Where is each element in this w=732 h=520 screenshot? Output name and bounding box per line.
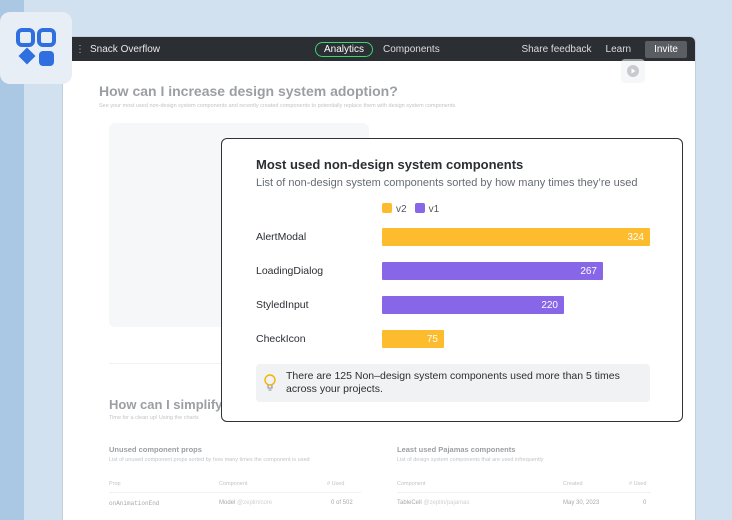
- column-header-component[interactable]: Component: [397, 481, 425, 487]
- chart-popover: Most used non-design system components L…: [221, 138, 683, 422]
- chart-title: Most used non-design system components: [256, 157, 524, 172]
- legend-swatch-v1: [414, 203, 425, 213]
- component-source: @zeplin/core: [237, 500, 273, 506]
- bar-category-label: CheckIcon: [256, 333, 306, 345]
- bar-row: AlertModal 324: [256, 228, 650, 246]
- table-cell-component[interactable]: TableCell @zeplin/pajamas: [397, 500, 469, 506]
- table-row-divider: [109, 492, 361, 493]
- unused-props-subtitle: List of unused component props sorted by…: [109, 457, 310, 463]
- table-cell-component[interactable]: Model @zeplin/core: [219, 500, 272, 506]
- bar-category-label: StyledInput: [256, 299, 309, 311]
- bar-row: StyledInput 220: [256, 296, 564, 314]
- legend-label-v2: v2: [396, 204, 407, 215]
- tab-analytics[interactable]: Analytics: [315, 41, 374, 57]
- insight-callout: There are 125 Non–design system componen…: [256, 364, 650, 402]
- bar-category-label: AlertModal: [256, 231, 307, 243]
- chart-subtitle: List of non-design system components sor…: [256, 177, 638, 189]
- lightbulb-icon: [264, 374, 276, 391]
- legend-item-v2: v2: [382, 203, 407, 215]
- column-header-component[interactable]: Component: [219, 481, 247, 487]
- page-subtitle: See your most used non-design system com…: [99, 103, 457, 109]
- share-feedback-link[interactable]: Share feedback: [521, 44, 591, 55]
- component-name: Model: [219, 500, 236, 506]
- top-navigation-bar: ⋮ Snack Overflow Analytics Components Sh…: [63, 37, 695, 61]
- learn-link[interactable]: Learn: [606, 44, 632, 55]
- topbar-actions: Share feedback Learn Invite: [521, 40, 687, 58]
- app-logo-icon: [0, 12, 72, 84]
- legend-swatch-v2: [382, 203, 392, 213]
- bar-row: LoadingDialog 267: [256, 262, 603, 280]
- chart-legend: v2 v1: [382, 203, 439, 215]
- least-used-subtitle: List of design system components that ar…: [397, 457, 544, 463]
- bar-row: CheckIcon 75: [256, 330, 444, 348]
- main-tabs: Analytics Components: [315, 41, 440, 57]
- tab-components[interactable]: Components: [383, 44, 440, 55]
- kebab-menu-icon[interactable]: ⋮: [75, 44, 85, 55]
- bar-v2[interactable]: 75: [382, 330, 444, 348]
- play-video-button[interactable]: [621, 59, 645, 83]
- app-name: Snack Overflow: [90, 43, 161, 55]
- bar-value-label: 324: [627, 231, 644, 243]
- least-used-title: Least used Pajamas components: [397, 445, 516, 454]
- column-header-used[interactable]: # Used: [629, 481, 646, 487]
- component-name: TableCell: [397, 500, 422, 506]
- play-icon: [627, 65, 639, 77]
- bar-value-label: 75: [426, 333, 438, 345]
- brand[interactable]: ⋮ Snack Overflow: [63, 44, 160, 55]
- page-title: How can I increase design system adoptio…: [99, 83, 398, 99]
- bar-value-label: 267: [580, 265, 597, 277]
- insight-text: There are 125 Non–design system componen…: [286, 370, 620, 395]
- component-source: @zeplin/pajamas: [423, 500, 470, 506]
- bar-v2[interactable]: 324: [382, 228, 650, 246]
- bar-v1[interactable]: 267: [382, 262, 603, 280]
- unused-props-title: Unused component props: [109, 445, 202, 454]
- column-header-used[interactable]: # Used: [327, 481, 344, 487]
- column-header-prop[interactable]: Prop: [109, 481, 121, 487]
- table-cell-used: 0 of 502: [331, 500, 353, 506]
- column-header-created[interactable]: Created: [563, 481, 583, 487]
- table-cell-used: 0: [643, 500, 647, 506]
- table-cell-created: May 30, 2023: [563, 500, 600, 506]
- table-row-divider: [397, 492, 651, 493]
- dashboard-background: How can I increase design system adoptio…: [63, 59, 695, 507]
- legend-item-v1: v1: [414, 203, 440, 215]
- bar-value-label: 220: [541, 299, 558, 311]
- section-title: How can I simplify th: [109, 397, 239, 412]
- bar-v1[interactable]: 220: [382, 296, 564, 314]
- invite-button[interactable]: Invite: [645, 40, 687, 58]
- bar-category-label: LoadingDialog: [256, 265, 324, 277]
- legend-label-v1: v1: [428, 204, 440, 215]
- section-subtitle: Time for a clean up! Using the charts: [109, 415, 199, 421]
- table-cell-prop[interactable]: onAnimationEnd: [109, 500, 159, 507]
